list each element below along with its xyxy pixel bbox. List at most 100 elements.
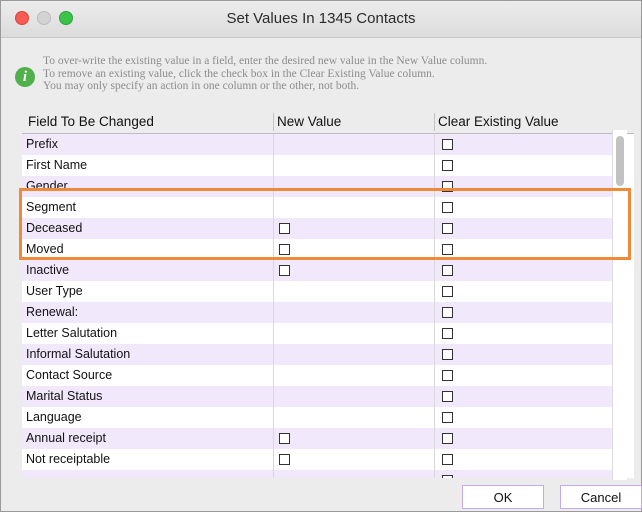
info-line: You may only specify an action in one co… [43,80,360,92]
new-value-cell[interactable] [274,176,434,197]
new-value-checkbox[interactable] [279,244,290,255]
table-row[interactable] [22,470,624,478]
info-text: To over-write the existing value in a fi… [43,55,487,93]
new-value-cell[interactable] [274,302,434,323]
field-name: Marital Status [26,389,103,403]
table-row[interactable]: Language [22,407,624,428]
cell-divider [434,323,435,344]
clear-existing-value-checkbox[interactable] [442,286,453,297]
info-message: i To over-write the existing value in a … [15,55,625,101]
cancel-button[interactable]: Cancel [560,485,642,509]
ok-button[interactable]: OK [462,485,544,509]
new-value-cell[interactable] [274,407,434,428]
clear-existing-value-checkbox[interactable] [442,244,453,255]
field-name: Prefix [26,137,58,151]
column-divider[interactable] [434,113,435,131]
clear-existing-value-checkbox[interactable] [442,370,453,381]
table-row[interactable]: Prefix [22,134,624,155]
clear-existing-value-checkbox[interactable] [442,412,453,423]
field-name: Inactive [26,263,70,277]
clear-existing-value-checkbox[interactable] [442,265,453,276]
new-value-cell[interactable] [274,323,434,344]
clear-existing-value-checkbox[interactable] [442,433,453,444]
new-value-cell[interactable] [274,386,434,407]
column-header-new-value[interactable]: New Value [277,114,341,129]
column-header-clear-value[interactable]: Clear Existing Value [438,114,559,129]
new-value-cell[interactable] [274,428,434,449]
field-name: Letter Salutation [26,326,118,340]
clear-existing-value-checkbox[interactable] [442,454,453,465]
table-body: Prefix First Name Gender Segment Deceased Mov… [22,134,625,478]
table-row[interactable]: Segment [22,197,624,218]
scrollbar-thumb[interactable] [616,136,624,186]
field-name: Contact Source [26,368,113,382]
cell-divider [434,428,435,449]
table-row[interactable]: First Name [22,155,624,176]
new-value-cell[interactable] [274,449,434,470]
info-line: To remove an existing value, click the c… [43,67,435,80]
table-row[interactable]: Letter Salutation [22,323,624,344]
info-icon: i [15,67,35,87]
table-row[interactable]: Marital Status [22,386,624,407]
new-value-cell[interactable] [274,344,434,365]
table-row[interactable]: Inactive [22,260,624,281]
cell-divider [434,407,435,428]
table-row[interactable]: Not receiptable [22,449,624,470]
clear-existing-value-checkbox[interactable] [442,307,453,318]
title-bar: Set Values In 1345 Contacts [1,1,641,38]
clear-existing-value-checkbox[interactable] [442,475,453,478]
table-row[interactable]: Renewal: [22,302,624,323]
new-value-cell[interactable] [274,218,434,239]
clear-existing-value-checkbox[interactable] [442,139,453,150]
new-value-cell[interactable] [274,281,434,302]
clear-existing-value-checkbox[interactable] [442,181,453,192]
cell-divider [434,218,435,239]
new-value-cell[interactable] [274,239,434,260]
clear-existing-value-checkbox[interactable] [442,349,453,360]
new-value-cell[interactable] [274,155,434,176]
clear-existing-value-checkbox[interactable] [442,223,453,234]
window-title: Set Values In 1345 Contacts [226,10,416,27]
cell-divider [434,449,435,470]
cell-divider [434,344,435,365]
field-name: First Name [26,158,88,172]
new-value-cell[interactable] [274,470,434,478]
new-value-checkbox[interactable] [279,265,290,276]
table-row[interactable]: Moved [22,239,624,260]
new-value-cell[interactable] [274,365,434,386]
cell-divider [434,365,435,386]
cell-divider [434,134,435,155]
clear-existing-value-checkbox[interactable] [442,202,453,213]
field-name: Deceased [26,221,83,235]
table-row[interactable]: User Type [22,281,624,302]
field-name: Informal Salutation [26,347,131,361]
clear-existing-value-checkbox[interactable] [442,328,453,339]
new-value-checkbox[interactable] [279,454,290,465]
table-row[interactable]: Deceased [22,218,624,239]
new-value-checkbox[interactable] [279,223,290,234]
new-value-cell[interactable] [274,197,434,218]
column-divider[interactable] [273,113,274,131]
cell-divider [434,176,435,197]
cell-divider [434,470,435,478]
clear-existing-value-checkbox[interactable] [442,160,453,171]
column-header-field[interactable]: Field To Be Changed [28,114,154,129]
new-value-cell[interactable] [274,260,434,281]
field-name: Renewal: [26,305,79,319]
cell-divider [434,386,435,407]
vertical-scrollbar[interactable] [612,130,627,480]
new-value-cell[interactable] [274,134,434,155]
field-name: Segment [26,200,77,214]
cell-divider [434,155,435,176]
table-row[interactable]: Informal Salutation [22,344,624,365]
clear-existing-value-checkbox[interactable] [442,391,453,402]
table-row[interactable]: Annual receipt [22,428,624,449]
new-value-checkbox[interactable] [279,433,290,444]
table-row[interactable]: Gender [22,176,624,197]
cell-divider [434,281,435,302]
field-name: User Type [26,284,83,298]
table-row[interactable]: Contact Source [22,365,624,386]
cell-divider [434,197,435,218]
table-header: Field To Be Changed New Value Clear Exis… [22,111,634,134]
cell-divider [434,302,435,323]
